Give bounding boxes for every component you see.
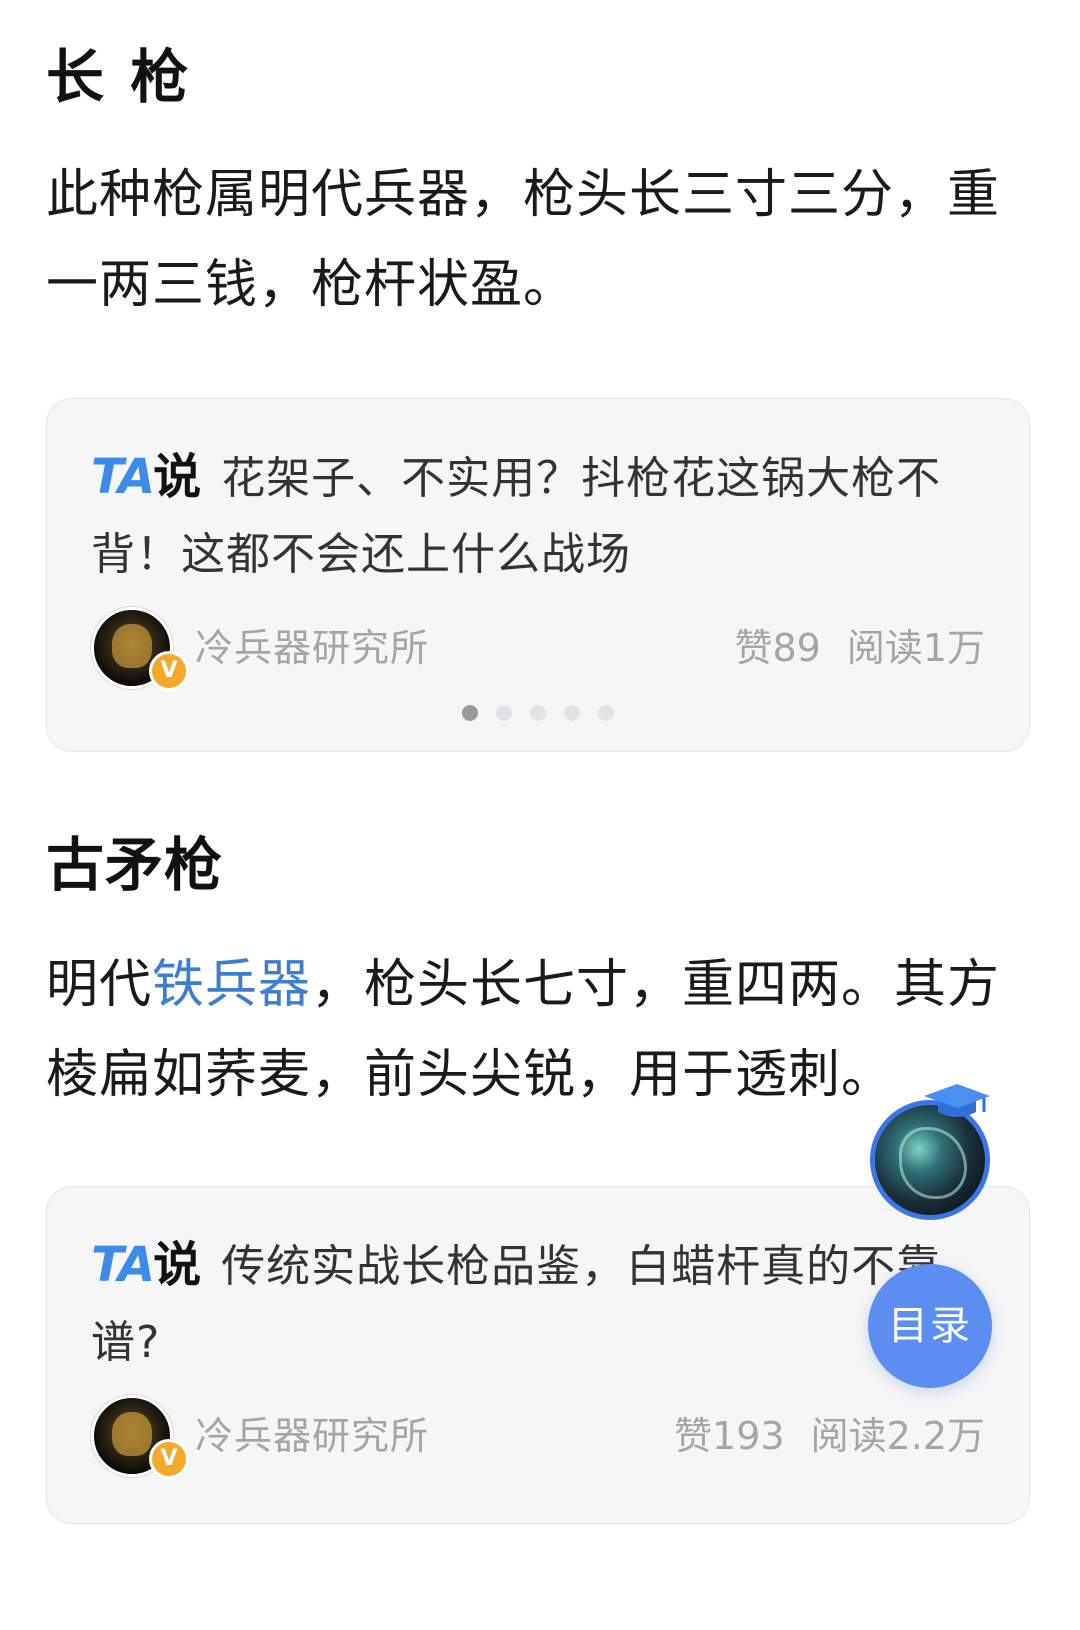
carousel-pager xyxy=(47,705,1029,721)
card-2-author-row: V 冷兵器研究所 赞193 阅读2.2万 xyxy=(91,1395,985,1479)
card-1-author-row: V 冷兵器研究所 赞89 阅读1万 xyxy=(91,607,985,691)
table-of-contents-button[interactable]: 目录 xyxy=(868,1264,992,1388)
section-title-gumaoqiang: 古矛枪 xyxy=(46,831,224,899)
card-2-stats: 赞193 阅读2.2万 xyxy=(674,1405,985,1460)
pager-dot[interactable] xyxy=(598,705,614,721)
iron-weapon-link[interactable]: 铁兵器 xyxy=(152,955,311,1015)
pager-dot[interactable] xyxy=(564,705,580,721)
section-body-gumaoqiang: 明代铁兵器，枪头长七寸，重四两。其方棱扁如荞麦，前头尖锐，用于透刺。 xyxy=(46,955,1001,1105)
like-count: 赞193 xyxy=(674,1414,785,1458)
ta-shuo-card-1[interactable]: TA说 花架子、不实用？抖枪花这锅大枪不背！这都不会还上什么战场 V 冷兵器研究所… xyxy=(46,398,1030,752)
author-name[interactable]: 冷兵器研究所 xyxy=(195,1405,429,1460)
verified-badge-icon: V xyxy=(149,651,189,691)
section-body-changqiang: 此种枪属明代兵器，枪头长三寸三分，重一两三钱，枪杆状盈。 xyxy=(46,165,1001,315)
pager-dot[interactable] xyxy=(530,705,546,721)
card-1-stats: 赞89 阅读1万 xyxy=(734,617,985,672)
card-2-text[interactable]: 传统实战长枪品鉴，白蜡杆真的不靠谱? xyxy=(91,1241,941,1368)
ta-shuo-logo: TA说 xyxy=(91,1237,201,1293)
card-1-text[interactable]: 花架子、不实用？抖枪花这锅大枪不背！这都不会还上什么战场 xyxy=(91,453,941,580)
verified-badge-icon: V xyxy=(149,1439,189,1479)
like-count: 赞89 xyxy=(734,626,821,670)
pager-dot[interactable] xyxy=(496,705,512,721)
graduation-cap-icon xyxy=(924,1084,990,1117)
author-name[interactable]: 冷兵器研究所 xyxy=(195,617,429,672)
section-title-changqiang: 长 枪 xyxy=(46,43,192,111)
read-count: 阅读1万 xyxy=(846,626,985,670)
pager-dot-active[interactable] xyxy=(462,705,478,721)
read-count: 阅读2.2万 xyxy=(810,1414,985,1458)
card-1-content: TA说 花架子、不实用？抖枪花这锅大枪不背！这都不会还上什么战场 xyxy=(91,439,991,593)
card-2-content: TA说 传统实战长枪品鉴，白蜡杆真的不靠谱? xyxy=(91,1227,991,1381)
ta-shuo-logo: TA说 xyxy=(91,449,201,505)
